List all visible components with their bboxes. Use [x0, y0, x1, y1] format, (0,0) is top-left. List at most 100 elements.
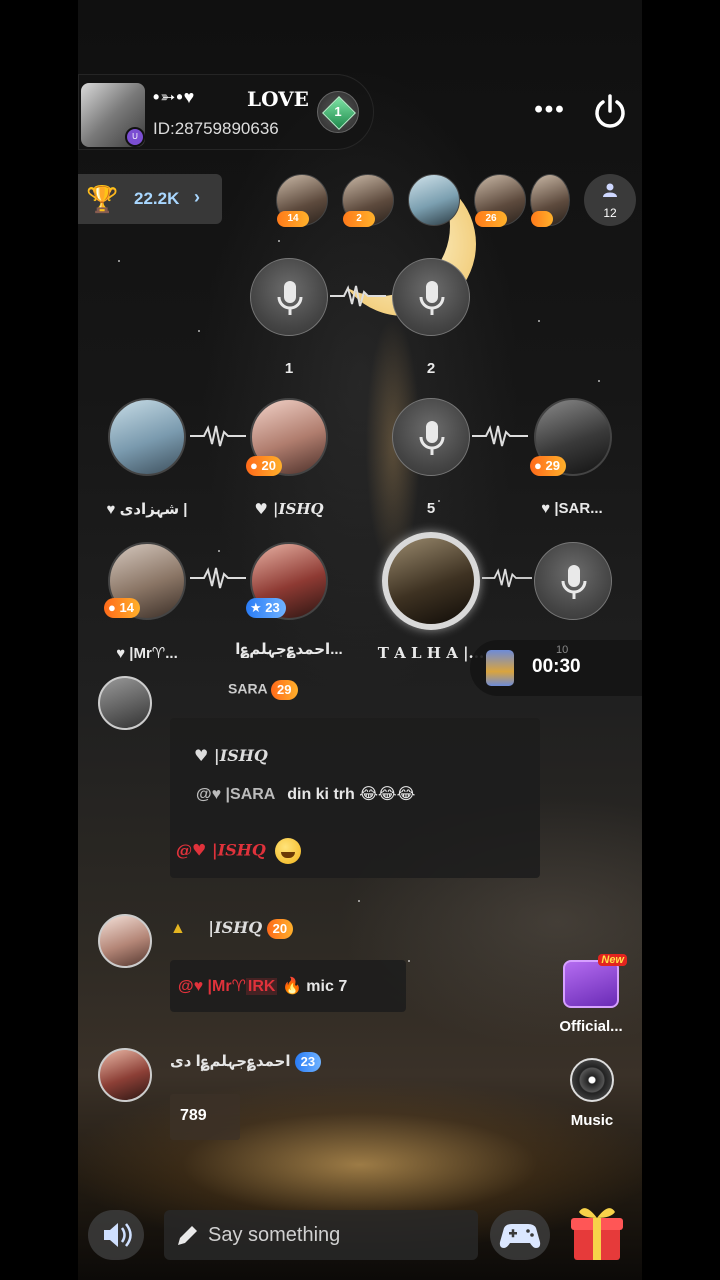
- music-label: Music: [570, 1112, 614, 1129]
- chevron-right-icon: ›: [194, 187, 200, 207]
- seat-5-number: 5: [426, 500, 436, 517]
- trophy-icon: 🏆: [86, 184, 119, 214]
- seat-4-name: ♥ |ISHQ: [254, 500, 324, 518]
- top-viewer-avatar[interactable]: [530, 174, 570, 227]
- person-icon: [603, 183, 617, 197]
- top-viewer-avatar[interactable]: 14: [276, 174, 328, 227]
- top-viewer-avatar[interactable]: 26: [474, 174, 526, 227]
- chat-sender-level: 20: [266, 918, 294, 939]
- voice-wave-icon: [472, 425, 528, 447]
- seat-7-name: ♥ |Mr♈...: [116, 645, 178, 662]
- seat-8-name: احمد؏جہلم؏ا...: [235, 641, 343, 658]
- mic-seat-2[interactable]: [392, 258, 470, 336]
- official-channel-button[interactable]: New Official...: [556, 954, 627, 1035]
- star: [218, 550, 220, 552]
- mention-ishq: @♥ |ISHQ: [176, 840, 266, 860]
- microphone-icon: [277, 281, 303, 315]
- hourglass-icon: [486, 650, 514, 686]
- microphone-icon: [419, 421, 445, 455]
- quoted-message: @♥ |SARA din ki trh 😂😂😂: [196, 784, 415, 804]
- chat-sender-name: |ISHQ: [208, 918, 263, 937]
- chat-input[interactable]: [208, 1218, 468, 1252]
- seat-6-name: ♥ |SAR...: [541, 500, 603, 517]
- chat-sender-name: احمد؏جہلم؏ا دی: [170, 1053, 291, 1070]
- seat-7-level-badge: ● 14: [104, 598, 140, 618]
- games-button[interactable]: [490, 1210, 550, 1260]
- viewer-level-badge: 26: [475, 211, 507, 227]
- room-title: LOVE: [247, 87, 309, 111]
- chat-sender-name: SARA: [228, 680, 268, 697]
- seat-2-number: 2: [426, 360, 436, 377]
- reply-mention: @♥ |ISHQ: [176, 838, 302, 864]
- chat-message-text: @♥ |Mr♈ IRK 🔥 mic 7: [178, 976, 347, 996]
- voice-wave-icon: [190, 425, 246, 447]
- mic-seat-9-speaking[interactable]: [382, 532, 480, 630]
- mic-seat-10[interactable]: [534, 542, 612, 620]
- chat-message-bubble: ♥ |ISHQ @♥ |SARA din ki trh 😂😂😂 @♥ |ISHQ: [170, 718, 540, 878]
- timer-value: 00:30: [532, 656, 581, 677]
- chat-sender-level: 23: [294, 1052, 322, 1073]
- top-viewer-avatar[interactable]: [408, 174, 460, 226]
- speaker-icon: [104, 1223, 132, 1247]
- seat-8-level: 23: [265, 600, 280, 615]
- star: [278, 240, 280, 242]
- gift-box-icon: [571, 1208, 623, 1260]
- chat-avatar[interactable]: [98, 1048, 152, 1102]
- countdown-timer[interactable]: 10 00:30: [470, 640, 642, 696]
- microphone-icon: [419, 281, 445, 315]
- chat-avatar[interactable]: [98, 914, 152, 968]
- seat-4-level-badge: ● 20: [246, 456, 282, 476]
- mention-sara: @♥ |SARA: [196, 786, 275, 803]
- smile-emoji-icon: [275, 838, 302, 864]
- top-viewer-avatar[interactable]: 2: [342, 174, 394, 227]
- star: [538, 320, 540, 322]
- speaker-toggle-button[interactable]: [88, 1210, 144, 1260]
- mic-seat-5[interactable]: [392, 398, 470, 476]
- contribution-value: 22.2K: [134, 189, 180, 208]
- seat-1-number: 1: [284, 360, 294, 377]
- seat-6-level: 29: [545, 458, 560, 473]
- chat-avatar[interactable]: [98, 676, 152, 730]
- music-button[interactable]: Music: [564, 1058, 620, 1129]
- room-avatar[interactable]: U: [81, 83, 145, 147]
- room-owner-badge: U: [125, 127, 145, 147]
- power-exit-icon[interactable]: [590, 92, 630, 132]
- star: [408, 960, 410, 962]
- vinyl-disc-icon: [570, 1058, 614, 1102]
- room-symbols: •➳•♥: [153, 87, 196, 107]
- gamepad-icon: [499, 1224, 541, 1248]
- chat-message-header: ▲ |ISHQ 20: [170, 918, 294, 939]
- star: [358, 900, 360, 902]
- host-icon: ▲: [170, 920, 186, 937]
- voice-wave-icon: [330, 285, 386, 307]
- mic-seat-3[interactable]: [108, 398, 186, 476]
- quoted-message-text: din ki trh 😂😂😂: [287, 786, 416, 803]
- mention-tag: IRK: [245, 978, 278, 995]
- star: [598, 380, 600, 382]
- chat-sender-level: 29: [271, 680, 298, 700]
- seat-8-level-badge: ★ 23: [246, 598, 286, 618]
- room-level-gem-icon[interactable]: 1: [317, 91, 359, 133]
- chat-message-header: SARA 29: [228, 680, 298, 700]
- tv-icon: New: [563, 954, 627, 1008]
- seat-6-level-badge: ● 29: [530, 456, 566, 476]
- voice-wave-icon: [190, 567, 246, 589]
- voice-wave-icon: [482, 568, 532, 588]
- star: [198, 330, 200, 332]
- seat-10-number: 10: [556, 644, 569, 656]
- more-options-button[interactable]: •••: [530, 96, 570, 126]
- chat-message-text: 789: [170, 1094, 240, 1140]
- online-users-button[interactable]: 12: [584, 174, 636, 226]
- quoted-sender-name: ♥ |ISHQ: [194, 746, 268, 765]
- viewer-level-badge: 2: [343, 211, 375, 227]
- viewer-level-badge: [531, 211, 553, 227]
- seat-4-level: 20: [261, 458, 276, 473]
- gift-button[interactable]: [566, 1200, 626, 1264]
- room-info-pill[interactable]: U •➳•♥ LOVE ID:28759890636 1: [78, 74, 374, 150]
- viewer-level-badge: 14: [277, 211, 309, 227]
- star: [118, 260, 120, 262]
- chat-input-bar[interactable]: [164, 1210, 478, 1260]
- room-contribution-button[interactable]: 🏆 22.2K ›: [78, 174, 222, 224]
- seat-7-level: 14: [119, 600, 134, 615]
- mic-seat-1[interactable]: [250, 258, 328, 336]
